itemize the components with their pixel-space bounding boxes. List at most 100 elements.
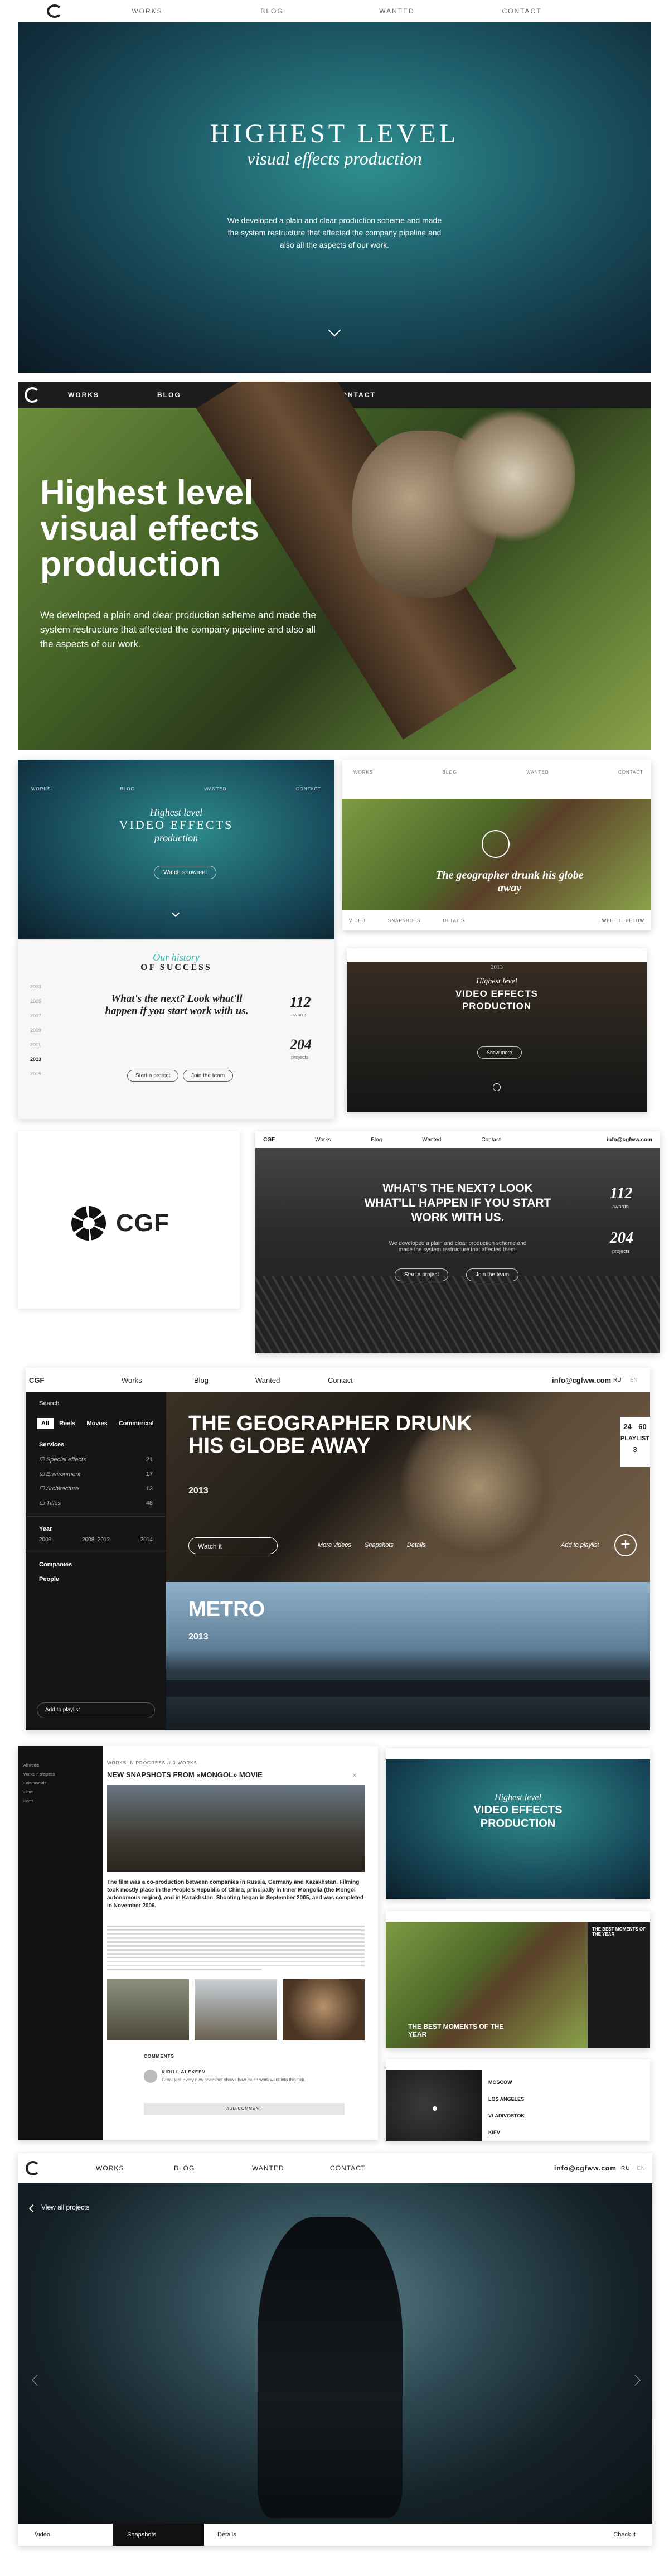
lang-en[interactable]: EN	[630, 1377, 647, 1383]
timeline-year[interactable]: 2011	[30, 1038, 64, 1052]
mini-title-1: Highest level	[149, 807, 203, 818]
cgf-logo-icon[interactable]	[47, 4, 62, 18]
film-poster	[18, 2183, 652, 2524]
item1-add-playlist[interactable]: Add to playlist	[561, 1542, 599, 1549]
search-input[interactable]: Search	[26, 1392, 166, 1415]
tab-video[interactable]: Video	[18, 2531, 113, 2538]
chevron-down-icon[interactable]	[493, 1083, 501, 1091]
mini-nav-bar	[386, 1748, 650, 1759]
works-brand[interactable]: CGF	[29, 1376, 122, 1385]
tab-movies[interactable]: Movies	[81, 1418, 113, 1429]
add-comment-button[interactable]: Add comment	[144, 2103, 345, 2115]
tab-commercial[interactable]: Commercial	[113, 1418, 159, 1429]
item1-links[interactable]: More videos Snapshots Details	[318, 1542, 426, 1549]
mini-show-button[interactable]: Show more	[477, 1046, 522, 1059]
play-icon[interactable]	[482, 830, 510, 858]
nav-contact[interactable]: CONTACT	[336, 391, 425, 399]
nav-contact[interactable]: Contact	[328, 1376, 406, 1385]
email-link[interactable]: info@cgfww.com	[552, 1376, 613, 1385]
mini-tabs[interactable]: Video Snapshots Details Tweet it below	[349, 918, 644, 923]
service-filter[interactable]: ☐ Architecture 13	[39, 1482, 153, 1496]
city-item[interactable]: LOS ANGELES	[488, 2091, 639, 2107]
history-heading: OF SUCCESS	[140, 963, 212, 972]
article-menu-item[interactable]: Works in progress	[23, 1771, 97, 1779]
next-body: We developed a plain and clear productio…	[389, 1241, 527, 1253]
timeline-year[interactable]: 2009	[30, 1023, 64, 1038]
hero-background	[18, 22, 651, 373]
join-team-button[interactable]: Join the team	[466, 1268, 519, 1281]
tab-details[interactable]: Details	[204, 2531, 316, 2538]
email-link[interactable]: info@cgfww.com	[607, 1137, 652, 1143]
lang-ru[interactable]: RU	[621, 2165, 637, 2172]
nav-wanted[interactable]: Wanted	[255, 1376, 328, 1385]
mini-title-3: production	[154, 832, 198, 843]
article-breadcrumb[interactable]: WORKS IN PROGRESS // 3 WORKS	[107, 1760, 197, 1765]
gallery-image[interactable]	[195, 1979, 277, 2040]
article-menu-item[interactable]: Commercials	[23, 1779, 97, 1788]
gallery-image[interactable]	[282, 1979, 365, 2040]
nav-works[interactable]: WORKS	[68, 391, 157, 399]
tab-snapshots[interactable]: Snapshots	[113, 2524, 204, 2546]
gallery-image[interactable]	[107, 1979, 190, 2040]
article-menu-item[interactable]: All works	[23, 1762, 97, 1771]
nav-contact[interactable]: CONTACT	[459, 7, 584, 15]
nav-blog[interactable]: Blog	[194, 1376, 255, 1385]
nav-blog[interactable]: BLOG	[174, 2164, 252, 2172]
city-item[interactable]: VLADIVOSTOK	[488, 2107, 639, 2124]
nav-contact[interactable]: CONTACT	[330, 2164, 408, 2172]
awards-label: awards	[612, 1204, 629, 1209]
nav-contact[interactable]: Contact	[481, 1137, 500, 1143]
view-all-projects-link[interactable]: View all projects	[41, 2203, 89, 2211]
nav-wanted[interactable]: WANTED	[252, 2164, 330, 2172]
service-filter[interactable]: ☑ Environment 17	[39, 1467, 153, 1482]
tab-all[interactable]: All	[37, 1418, 54, 1429]
map-pin-icon[interactable]	[433, 2106, 437, 2111]
timeline-year[interactable]: 2015	[30, 1067, 64, 1081]
add-to-playlist-button[interactable]: Add to playlist	[37, 1702, 155, 1718]
nav-wanted[interactable]: Wanted	[422, 1137, 441, 1143]
cgf-logo-icon[interactable]	[26, 2161, 40, 2175]
item2-year: 2013	[188, 1632, 209, 1642]
mini-history-card: 2003 2005 2007 2009 2011 2013 2015 Our history…	[18, 940, 334, 1119]
nav-works[interactable]: Works	[122, 1376, 194, 1385]
next-brand[interactable]: CGF	[263, 1137, 275, 1143]
aperture-logo-icon	[71, 1206, 106, 1241]
lang-en[interactable]: EN	[637, 2165, 652, 2172]
article-menu-item[interactable]: Reels	[23, 1797, 97, 1806]
email-link[interactable]: info@cgfww.com	[554, 2164, 621, 2172]
join-team-button[interactable]: Join the team	[183, 1070, 234, 1082]
article-menu-item[interactable]: Films	[23, 1788, 97, 1797]
mini-watch-button[interactable]: Watch showreel	[154, 866, 216, 879]
timeline-year[interactable]: 2003	[30, 980, 64, 994]
start-project-button[interactable]: Start a project	[127, 1070, 179, 1082]
close-icon[interactable]: ×	[352, 1771, 357, 1779]
timeline-year[interactable]: 2005	[30, 994, 64, 1009]
chevron-down-icon[interactable]	[171, 909, 180, 918]
nav-works[interactable]: Works	[315, 1137, 331, 1143]
city-item[interactable]: MOSCOW	[488, 2074, 639, 2091]
people-header[interactable]: People	[26, 1571, 166, 1587]
nav-blog[interactable]: Blog	[371, 1137, 382, 1143]
timeline-year[interactable]: 2007	[30, 1009, 64, 1023]
service-filter[interactable]: ☑ Special effects 21	[39, 1453, 153, 1467]
services-header[interactable]: Services	[26, 1432, 166, 1453]
lang-ru[interactable]: RU	[613, 1377, 630, 1383]
year-header[interactable]: Year	[26, 1516, 166, 1537]
city-item[interactable]: KIEV	[488, 2124, 639, 2141]
start-project-button[interactable]: Start a project	[395, 1268, 449, 1281]
mini-teal-card-2: Highest level VIDEO EFFECTS PRODUCTION	[386, 1748, 650, 1899]
plus-icon[interactable]: +	[614, 1534, 637, 1556]
year-range-slider[interactable]: 2009 2008–2012 2014	[26, 1537, 166, 1543]
nav-blog[interactable]: BLOG	[210, 7, 334, 15]
nav-works[interactable]: WORKS	[85, 7, 210, 15]
timeline-year[interactable]: 2013	[30, 1052, 64, 1067]
check-it-link[interactable]: Check it	[613, 2531, 652, 2538]
watch-button[interactable]: Watch it	[188, 1537, 278, 1554]
service-filter[interactable]: ☐ Titles 48	[39, 1496, 153, 1511]
playlist-widget[interactable]: 24 60 PLAYLIST 3	[620, 1417, 650, 1467]
nav-works[interactable]: WORKS	[96, 2164, 174, 2172]
companies-header[interactable]: Companies	[26, 1551, 166, 1571]
cgf-logo-icon[interactable]	[25, 387, 40, 403]
tab-reels[interactable]: Reels	[54, 1418, 81, 1429]
nav-wanted[interactable]: WANTED	[334, 7, 459, 15]
